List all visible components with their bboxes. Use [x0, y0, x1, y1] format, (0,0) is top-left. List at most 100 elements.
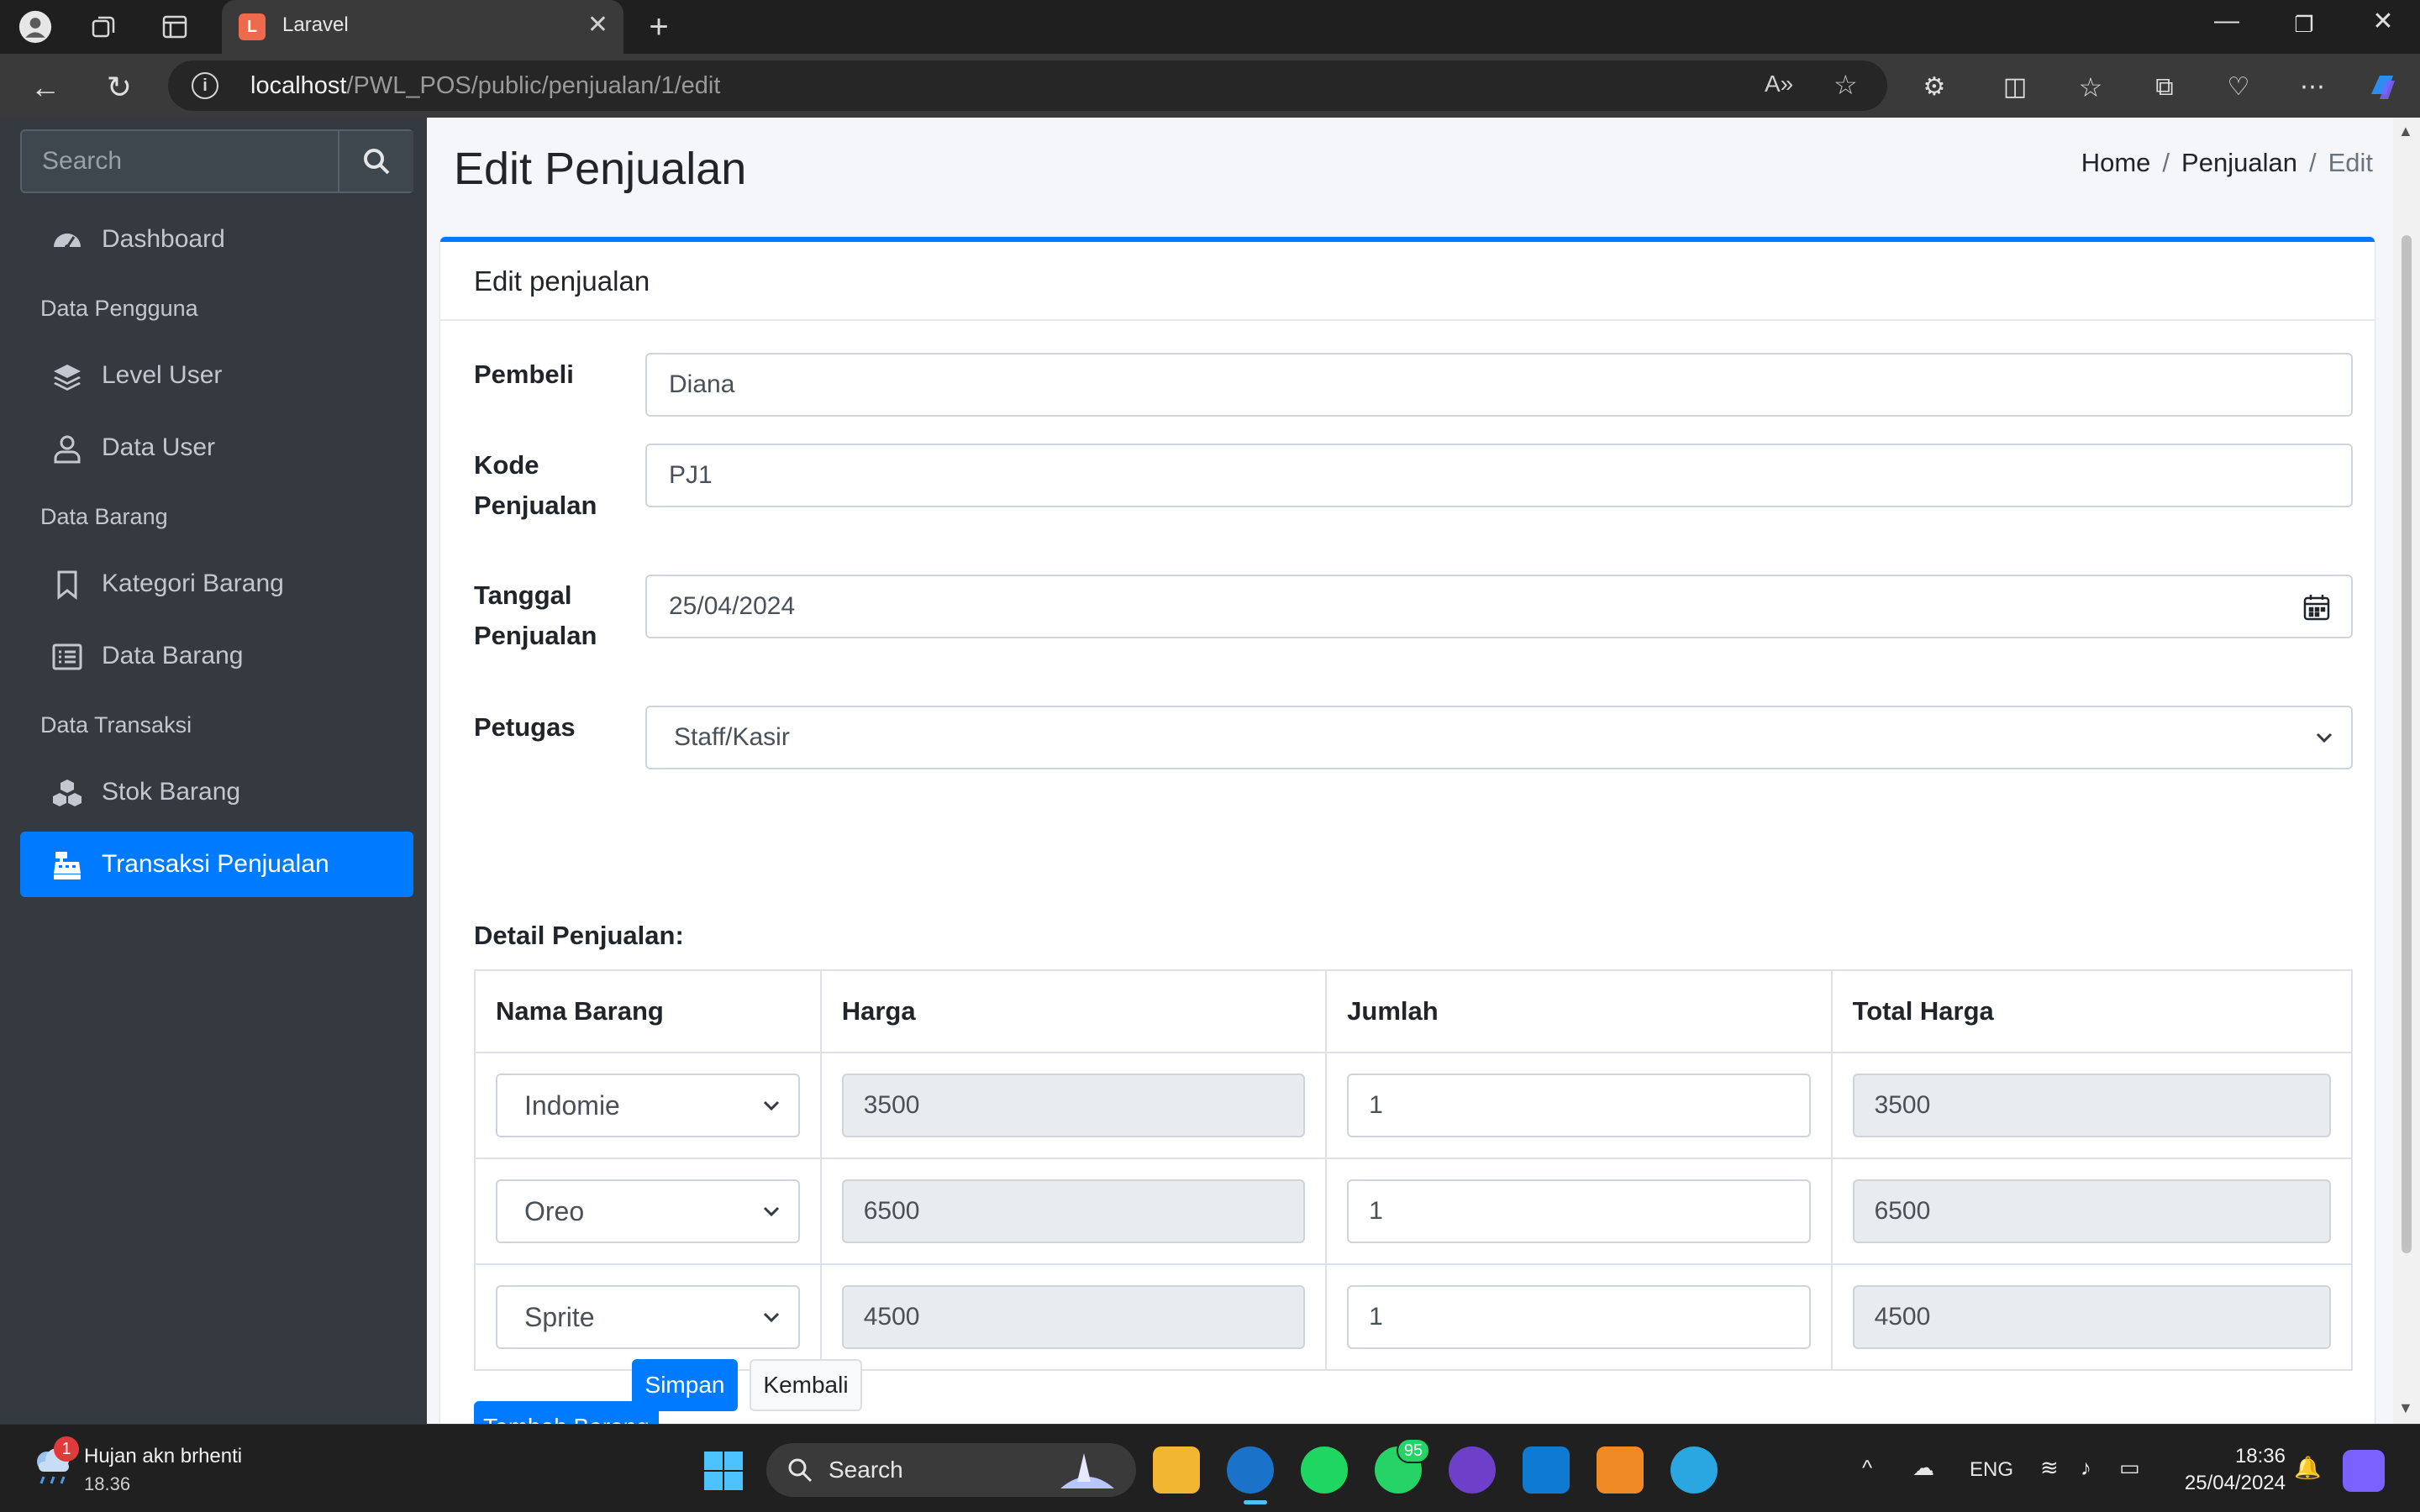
performance-icon[interactable]: ♡	[2220, 69, 2257, 106]
tab-actions-icon[interactable]	[158, 10, 192, 44]
battery-icon[interactable]: ▭	[2119, 1455, 2140, 1481]
pembeli-input[interactable]: Diana	[645, 353, 2353, 417]
tanggal-penjualan-label: Tanggal Penjualan	[474, 575, 597, 656]
volume-icon[interactable]: ♪	[2081, 1455, 2091, 1481]
close-window-icon[interactable]: ✕	[2358, 7, 2408, 36]
jumlah-input[interactable]: 1	[1347, 1285, 1811, 1349]
scroll-down-icon[interactable]: ▼	[2398, 1399, 2413, 1417]
favorite-star-icon[interactable]: ☆	[1833, 69, 1858, 101]
scroll-thumb[interactable]	[2402, 235, 2412, 1253]
table-row: Indomie 3500 1 3500	[474, 1052, 2354, 1159]
table-cell: Oreo	[474, 1158, 822, 1265]
weather-widget[interactable]: 1	[29, 1436, 79, 1490]
table-cell: 6500	[1830, 1158, 2354, 1265]
copilot-taskbar-icon[interactable]	[2343, 1450, 2385, 1492]
col-header-harga: Harga	[819, 969, 1328, 1053]
tanggal-label-line2: Penjualan	[474, 621, 597, 650]
jumlah-input[interactable]: 1	[1347, 1074, 1811, 1137]
extensions-icon[interactable]: ⚙	[1916, 69, 1953, 106]
search-icon	[788, 1458, 813, 1483]
wifi-icon[interactable]: ≋	[2040, 1455, 2059, 1481]
more-options-icon[interactable]: ⋯	[2294, 69, 2331, 106]
breadcrumb-separator: /	[2162, 148, 2170, 177]
nama-barang-select[interactable]: Sprite	[496, 1285, 800, 1349]
nama-barang-value: Oreo	[524, 1196, 585, 1226]
nama-barang-value: Indomie	[524, 1090, 620, 1121]
taskbar-search[interactable]: Search	[766, 1443, 1136, 1497]
jumlah-input[interactable]: 1	[1347, 1179, 1811, 1243]
workspaces-icon[interactable]	[87, 10, 121, 44]
url-box[interactable]: i localhost/PWL_POS/public/penjualan/1/e…	[168, 60, 1887, 111]
read-aloud-icon[interactable]: A»	[1765, 71, 1793, 97]
onedrive-icon[interactable]: ☁	[1912, 1455, 1934, 1481]
sidebar-item-level-user[interactable]: Level User	[20, 343, 413, 408]
chevron-down-icon	[763, 1312, 779, 1323]
scroll-up-icon[interactable]: ▲	[2398, 123, 2413, 140]
sidebar-item-stok-barang[interactable]: Stok Barang	[20, 759, 413, 825]
split-screen-icon[interactable]: ◫	[1996, 69, 2033, 106]
kode-penjualan-input[interactable]: PJ1	[645, 444, 2353, 507]
simpan-button[interactable]: Simpan	[632, 1359, 738, 1411]
sidebar-item-transaksi-penjualan[interactable]: Transaksi Penjualan	[20, 832, 413, 897]
sidebar-search-button[interactable]	[338, 131, 413, 192]
minimize-icon[interactable]: —	[2202, 7, 2252, 35]
sidebar: Dashboard Data Pengguna Level User Data …	[0, 118, 427, 1424]
table-row: Sprite 4500 1 4500	[474, 1263, 2354, 1371]
tambah-barang-button[interactable]: Tambah Barang	[474, 1401, 659, 1424]
breadcrumb-home[interactable]: Home	[2081, 148, 2151, 177]
tab-close-icon[interactable]: ✕	[587, 10, 608, 39]
site-info-icon[interactable]: i	[192, 72, 218, 99]
calendar-icon[interactable]	[2302, 593, 2331, 622]
file-explorer-icon[interactable]	[1153, 1446, 1200, 1494]
profile-icon[interactable]	[18, 10, 52, 44]
weather-badge: 1	[54, 1436, 79, 1462]
clock[interactable]: 18:36 25/04/2024	[2168, 1443, 2286, 1497]
spotify-icon[interactable]	[1301, 1446, 1348, 1494]
sidebar-item-label: Level User	[102, 361, 223, 389]
db-app-icon[interactable]	[1670, 1446, 1718, 1494]
petugas-value: Staff/Kasir	[674, 723, 790, 751]
page-scrollbar[interactable]: ▲ ▼	[2393, 118, 2420, 1424]
sidebar-search-input[interactable]	[22, 131, 338, 192]
petugas-label: Petugas	[474, 712, 576, 742]
taskbar: 1 Hujan akn brhenti 18.36 Search 95 ^ ☁ …	[0, 1424, 2420, 1512]
kode-label-line2: Penjualan	[474, 491, 597, 520]
nama-barang-select[interactable]: Indomie	[496, 1074, 800, 1137]
kode-penjualan-label: Kode Penjualan	[474, 445, 597, 526]
page-title: Edit Penjualan	[454, 144, 747, 194]
edge-browser-icon[interactable]	[1227, 1446, 1274, 1494]
harga-input: 4500	[841, 1285, 1306, 1349]
active-tab[interactable]: L Laravel ✕	[222, 0, 623, 54]
nama-barang-select[interactable]: Oreo	[496, 1179, 800, 1243]
clock-time: 18:36	[2234, 1445, 2286, 1467]
github-desktop-icon[interactable]	[1449, 1446, 1496, 1494]
sidebar-item-data-user[interactable]: Data User	[20, 415, 413, 480]
col-header-nama-barang: Nama Barang	[474, 969, 822, 1053]
sidebar-item-data-barang[interactable]: Data Barang	[20, 623, 413, 689]
card-title: Edit penjualan	[474, 265, 650, 297]
tanggal-penjualan-input[interactable]: 25/04/2024	[645, 575, 2353, 638]
collections-icon[interactable]: ⧉	[2146, 69, 2183, 106]
new-tab-icon[interactable]: +	[642, 8, 676, 45]
tab-title: Laravel	[282, 13, 349, 36]
language-indicator[interactable]: ENG	[1970, 1458, 2013, 1482]
restore-icon[interactable]: ❐	[2279, 12, 2329, 38]
weather-sub: 18.36	[84, 1473, 131, 1494]
tray-overflow-icon[interactable]: ^	[1862, 1455, 1872, 1481]
sidebar-item-label: Data Barang	[102, 642, 244, 669]
back-icon[interactable]: ←	[27, 69, 64, 106]
copilot-icon[interactable]	[2365, 69, 2402, 106]
petugas-select[interactable]: Staff/Kasir	[645, 706, 2353, 769]
url-text[interactable]: localhost/PWL_POS/public/penjualan/1/edi…	[250, 72, 720, 100]
favorites-icon[interactable]: ☆	[2072, 69, 2109, 106]
content-wrapper: Edit Penjualan Home / Penjualan / Edit Edit …	[427, 118, 2393, 1424]
pdf-app-icon[interactable]	[1597, 1446, 1644, 1494]
breadcrumb-penjualan[interactable]: Penjualan	[2181, 148, 2297, 177]
refresh-icon[interactable]: ↻	[101, 69, 138, 106]
sidebar-item-dashboard[interactable]: Dashboard	[20, 207, 413, 272]
vscode-icon[interactable]	[1523, 1446, 1570, 1494]
windows-start-icon[interactable]	[702, 1450, 744, 1492]
notification-bell-icon[interactable]: 🔔	[2294, 1455, 2321, 1481]
sidebar-item-kategori-barang[interactable]: Kategori Barang	[20, 551, 413, 617]
kembali-button[interactable]: Kembali	[750, 1359, 862, 1411]
